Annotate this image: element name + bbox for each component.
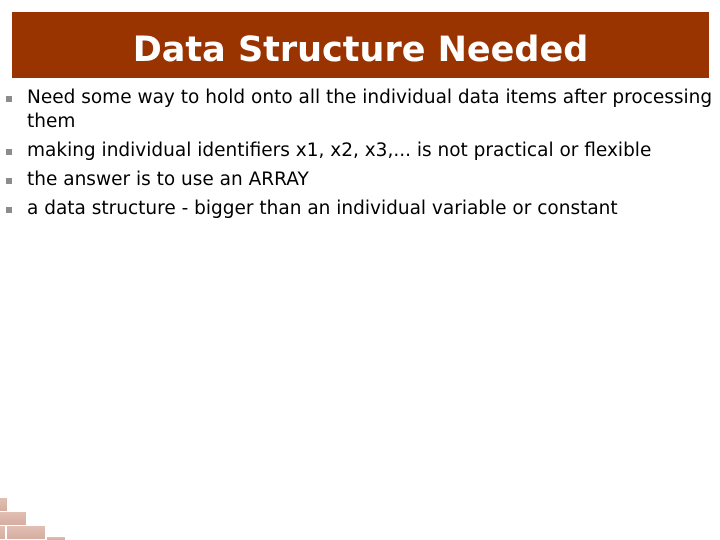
brick <box>0 512 26 525</box>
brick <box>0 526 5 539</box>
slide: Data Structure Needed Need some way to h… <box>0 0 720 540</box>
bullet-item: Need some way to hold onto all the indiv… <box>0 86 717 134</box>
square-bullet-icon <box>6 96 12 102</box>
bullet-item: a data structure - bigger than an indivi… <box>0 197 717 221</box>
bullet-text: the answer is to use an ARRAY <box>27 169 309 190</box>
bullet-item: making individual identifiers x1, x2, x3… <box>0 139 717 163</box>
brick <box>7 526 45 539</box>
square-bullet-icon <box>6 207 12 213</box>
bullet-text: a data structure - bigger than an indivi… <box>27 198 618 219</box>
bullet-text: Need some way to hold onto all the indiv… <box>27 87 713 132</box>
title-bar: Data Structure Needed <box>12 12 709 78</box>
brick-wall-decoration <box>0 490 100 540</box>
bullet-item: the answer is to use an ARRAY <box>0 168 717 192</box>
square-bullet-icon <box>6 149 12 155</box>
square-bullet-icon <box>6 178 12 184</box>
bullet-text: making individual identifiers x1, x2, x3… <box>27 140 652 161</box>
bullet-list: Need some way to hold onto all the indiv… <box>0 86 720 226</box>
brick <box>0 498 7 511</box>
slide-title: Data Structure Needed <box>132 30 589 70</box>
